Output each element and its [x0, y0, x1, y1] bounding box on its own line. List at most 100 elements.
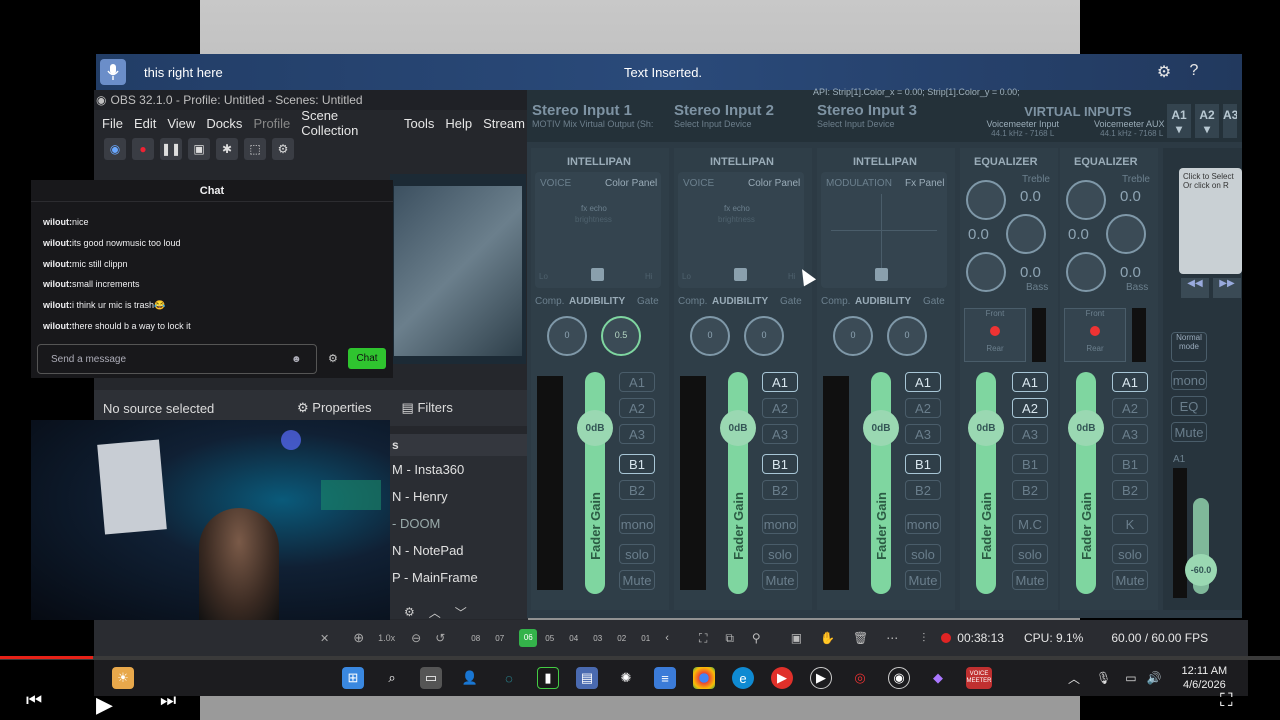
bus-a1-button[interactable]: A1 [619, 372, 655, 392]
more-icon[interactable]: ⋯ [886, 631, 898, 645]
timeline-step[interactable]: 08 [471, 634, 487, 643]
chatgpt-icon[interactable]: ✺ [615, 667, 637, 689]
next-icon[interactable]: ⏭ [160, 690, 176, 711]
fader-track[interactable]: Fader Gain [871, 372, 891, 594]
surround-pad[interactable]: Front Rear [1064, 308, 1126, 362]
filters-button[interactable]: ▤ Filters [402, 400, 453, 416]
intellipan-pad[interactable]: VOICE Color Panel fx echo brightness Lo … [678, 172, 804, 288]
color-panel-label[interactable]: Color Panel [748, 178, 800, 189]
mc-button[interactable]: M.C [1012, 514, 1048, 534]
fader-handle[interactable]: 0dB [577, 410, 613, 446]
bus-a3-button[interactable]: A3 [905, 424, 941, 444]
copilot-icon[interactable]: ◌ [498, 667, 520, 689]
menu-docks[interactable]: Docks [206, 116, 242, 131]
recorder-icon[interactable]: ◎ [849, 667, 871, 689]
camera-icon[interactable]: ▣ [188, 138, 210, 160]
mono-button[interactable]: mono [762, 514, 798, 534]
mute-button[interactable]: Mute [1012, 570, 1048, 590]
solo-button[interactable]: solo [762, 544, 798, 564]
k-button[interactable]: K [1112, 514, 1148, 534]
forward-button[interactable]: ▶▶ [1213, 278, 1241, 298]
chevron-up-icon[interactable]: ︿ [1068, 670, 1080, 687]
mute-button[interactable]: Mute [1171, 422, 1207, 442]
strip-1-header[interactable]: Stereo Input 1 MOTIV Mix Virtual Output (… [532, 102, 653, 129]
mixer-icon[interactable]: ⫶ [922, 631, 925, 646]
fader-handle[interactable]: 0dB [1068, 410, 1104, 446]
youtube-icon[interactable]: ▶ [771, 667, 793, 689]
fader-track[interactable]: Fader Gain [976, 372, 996, 594]
comp-knob[interactable]: 0 [833, 316, 873, 356]
timeline-step[interactable]: 05 [545, 634, 561, 643]
comp-knob[interactable]: 0 [547, 316, 587, 356]
bus-b1-button[interactable]: B1 [905, 454, 941, 474]
bus-a2-button[interactable]: A2 [905, 398, 941, 418]
gear-icon[interactable]: ⚙ [1154, 62, 1174, 82]
taskbar-clock[interactable]: 12:11 AM 4/6/2026 [1182, 664, 1228, 692]
timeline-step[interactable]: 07 [495, 634, 511, 643]
bus-b2-button[interactable]: B2 [905, 480, 941, 500]
timeline-step[interactable]: 02 [617, 634, 633, 643]
mute-button[interactable]: Mute [762, 570, 798, 590]
help-icon[interactable]: ? [1184, 62, 1204, 82]
mono-button[interactable]: mono [1171, 370, 1207, 390]
player-icon[interactable]: ▶ [810, 667, 832, 689]
chrome-icon[interactable] [693, 667, 715, 689]
studio-mode-icon[interactable]: ⬚ [244, 138, 266, 160]
menu-stream[interactable]: Stream [483, 116, 525, 131]
menu-scene-collection[interactable]: Scene Collection [301, 108, 393, 138]
solo-button[interactable]: solo [619, 544, 655, 564]
gate-knob[interactable]: 0.5 [601, 316, 641, 356]
pan-dot[interactable] [1090, 326, 1100, 336]
menu-view[interactable]: View [167, 116, 195, 131]
bus-a1-button[interactable]: A1 [1112, 372, 1148, 392]
timeline-step-active[interactable]: 06 [519, 629, 538, 647]
bus-a3-button[interactable]: A3 [1012, 424, 1048, 444]
hw-out-a3[interactable]: A3 [1223, 104, 1237, 138]
eq-knob[interactable] [1006, 214, 1046, 254]
recorder-panel[interactable]: Click to Select Or click on R [1179, 168, 1242, 274]
pan-handle[interactable] [591, 268, 604, 281]
scene-item[interactable]: N - Henry [390, 483, 528, 510]
fader-handle[interactable]: 0dB [720, 410, 756, 446]
emote-icon[interactable]: ☻ [291, 354, 302, 365]
image-icon[interactable]: ▣ [791, 631, 802, 645]
virtual-input-1[interactable]: Voicemeeter Input 44.1 kHz - 7168 L [986, 119, 1059, 138]
bus-b2-button[interactable]: B2 [619, 480, 655, 500]
pan-handle[interactable] [734, 268, 747, 281]
fullscreen-icon[interactable]: ⛶ [1220, 690, 1233, 711]
play-icon[interactable]: ▶ [96, 692, 113, 718]
gate-knob[interactable]: 0 [887, 316, 927, 356]
bus-a1-button[interactable]: A1 [905, 372, 941, 392]
move-down-icon[interactable]: ﹀ [455, 604, 467, 621]
pause-button[interactable]: ❚❚ [160, 138, 182, 160]
virtual-camera-icon[interactable]: ✱ [216, 138, 238, 160]
mono-button[interactable]: mono [619, 514, 655, 534]
bus-b1-button[interactable]: B1 [1112, 454, 1148, 474]
bus-a3-button[interactable]: A3 [762, 424, 798, 444]
normal-mode-button[interactable]: Normal mode [1171, 332, 1207, 362]
menu-file[interactable]: File [102, 116, 123, 131]
fader-track[interactable]: Fader Gain [1076, 372, 1096, 594]
eq-knob[interactable] [966, 180, 1006, 220]
transform-icon[interactable]: ⊕ [353, 630, 364, 646]
scene-item[interactable]: - DOOM [390, 510, 528, 537]
solo-button[interactable]: solo [1012, 544, 1048, 564]
hand-icon[interactable]: ✋ [820, 631, 835, 645]
fit-icon[interactable]: ⛶ [699, 631, 707, 646]
comp-knob[interactable]: 0 [690, 316, 730, 356]
timeline-step[interactable]: 01 [641, 634, 657, 643]
search-icon[interactable]: ⌕ [381, 667, 403, 689]
menu-edit[interactable]: Edit [134, 116, 156, 131]
obs-icon[interactable]: ◉ [888, 667, 910, 689]
volume-icon[interactable]: 🔊 [1147, 671, 1162, 685]
move-up-icon[interactable]: ︿ [429, 604, 441, 621]
virtual-input-2[interactable]: Voicemeeter AUX I 44.1 kHz - 7168 L [1094, 119, 1170, 138]
timeline-step[interactable]: 04 [569, 634, 585, 643]
chat-send-button[interactable]: Chat [348, 348, 386, 369]
microphone-button[interactable] [100, 59, 126, 85]
pan-dot[interactable] [990, 326, 1000, 336]
bus-b1-button[interactable]: B1 [762, 454, 798, 474]
eq-knob[interactable] [1066, 180, 1106, 220]
settings-icon[interactable]: ⚙ [272, 138, 294, 160]
previous-icon[interactable]: ⏮ [26, 690, 42, 711]
